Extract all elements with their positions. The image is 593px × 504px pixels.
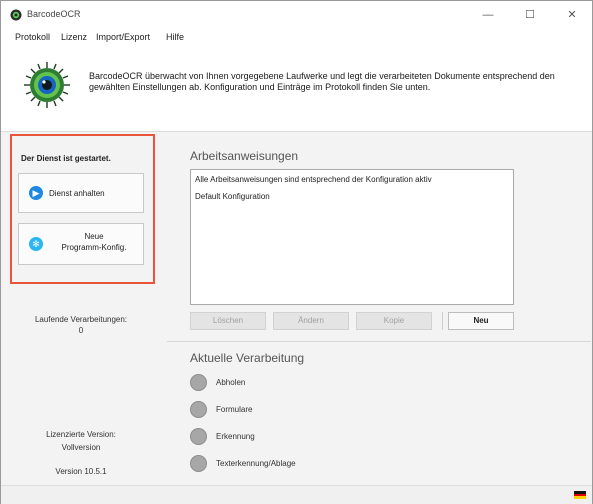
status-indicator-icon (190, 455, 207, 472)
license-label: Lizenzierte Version: (46, 430, 116, 439)
status-label: Erkennung (216, 432, 255, 441)
status-indicator-icon (190, 374, 207, 391)
minimize-button[interactable]: — (467, 1, 509, 29)
running-jobs-label: Laufende Verarbeitungen: (34, 315, 128, 324)
status-indicator-icon (190, 428, 207, 445)
status-label: Texterkennung/Ablage (216, 459, 296, 468)
license-value: Vollversion (61, 443, 101, 452)
eye-logo-icon (24, 62, 70, 108)
status-label: Abholen (216, 378, 246, 387)
running-jobs-value: 0 (78, 326, 84, 335)
service-status-text: Der Dienst ist gestartet. (21, 154, 111, 163)
close-button[interactable]: ✕ (551, 1, 593, 29)
divider (167, 341, 591, 342)
menu-hilfe[interactable]: Hilfe (166, 32, 184, 42)
version-number: Version 10.5.1 (55, 467, 107, 476)
app-window: BarcodeOCR — ☐ ✕ Protokoll Lizenz Import… (0, 0, 593, 504)
stop-service-button[interactable]: ▶ Dienst anhalten (18, 173, 144, 213)
title-bar: BarcodeOCR — ☐ ✕ (1, 1, 592, 29)
header-panel: BarcodeOCR überwacht von Ihnen vorgegebe… (1, 47, 592, 132)
window-title: BarcodeOCR (27, 9, 81, 19)
button-separator (442, 312, 443, 330)
menu-bar: Protokoll Lizenz Import/Export Hilfe (1, 29, 592, 47)
new-button[interactable]: Neu (448, 312, 514, 330)
gear-icon: ✻ (29, 237, 43, 251)
tasks-textbox[interactable]: Alle Arbeitsanweisungen sind entsprechen… (190, 169, 514, 305)
status-bar (1, 485, 592, 504)
app-icon (10, 9, 22, 21)
menu-lizenz[interactable]: Lizenz (61, 32, 87, 42)
maximize-button[interactable]: ☐ (509, 1, 551, 29)
menu-import-export[interactable]: Import/Export (96, 32, 150, 42)
stop-service-label: Dienst anhalten (49, 189, 105, 198)
tasks-line-2: Default Konfiguration (195, 192, 270, 201)
status-label: Formulare (216, 405, 253, 414)
tasks-title: Arbeitsanweisungen (190, 149, 299, 163)
new-config-button[interactable]: ✻ Neue Programm-Konfig. (18, 223, 144, 265)
processing-title: Aktuelle Verarbeitung (190, 351, 305, 365)
delete-button[interactable]: Löschen (190, 312, 266, 330)
copy-button[interactable]: Kopie (356, 312, 432, 330)
tasks-line-1: Alle Arbeitsanweisungen sind entsprechen… (195, 175, 432, 184)
play-icon: ▶ (29, 186, 43, 200)
status-indicator-icon (190, 401, 207, 418)
german-flag-icon[interactable] (574, 491, 586, 499)
header-description: BarcodeOCR überwacht von Ihnen vorgegebe… (89, 71, 555, 92)
new-config-label-2: Programm-Konfig. (61, 243, 127, 252)
menu-protokoll[interactable]: Protokoll (15, 32, 50, 42)
edit-button[interactable]: Ändern (273, 312, 349, 330)
new-config-label-1: Neue (84, 232, 104, 241)
